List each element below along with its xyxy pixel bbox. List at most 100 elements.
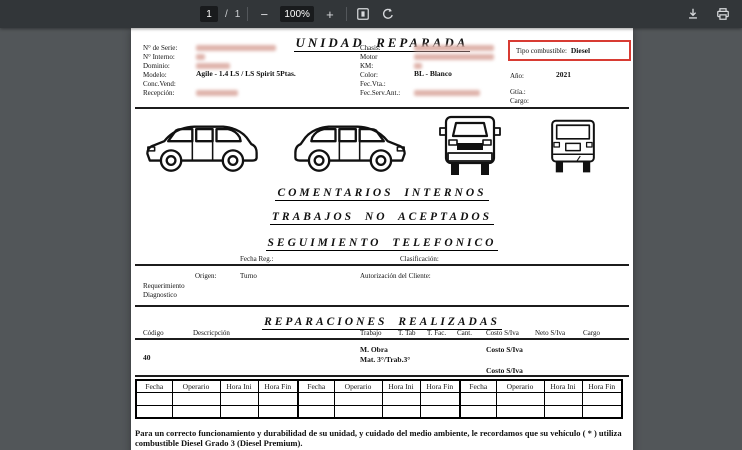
work-log-cell [543,391,583,406]
toolbar-right-group [684,0,732,28]
work-log-cell [135,391,173,406]
work-log-cell [171,391,221,406]
work-log-cell [419,404,461,419]
fecha-reg-label: Fecha Reg.: [240,255,274,263]
field-label-chasis: Chasis: [360,44,381,52]
work-log-header-cell: Operario [333,379,383,393]
repairs-col-neto: Neto S/Iva [535,329,566,337]
field-label-fecvta: Fec.Vta.: [360,80,386,88]
field-label-color: Color: [360,71,378,79]
section-divider [135,107,629,109]
field-label-modelo: Modelo: [143,71,167,79]
work-log-cell [459,391,497,406]
document-page: UNIDAD REPARADA N° de Serie: N° Interno:… [131,28,633,450]
vehicle-rear-diagram [544,117,602,177]
field-value-color: BL - Blanco [414,69,452,78]
work-log-cell [333,404,383,419]
zoom-out-button[interactable]: − [255,5,273,23]
repairs-row-costo-2: Costo S/Iva [486,366,523,375]
work-log-cell [333,391,383,406]
origen-label: Origen: [195,272,217,280]
section-divider [135,338,629,340]
redacted-value-motor [414,54,494,60]
section-divider [135,264,629,266]
work-log-cell [219,404,259,419]
rotate-icon [381,7,395,21]
print-button[interactable] [714,5,732,23]
repairs-row-trabajo-1: M. Obra [360,345,388,354]
work-log-header-cell: Hora Ini [381,379,421,393]
work-log-header-cell: Fecha [297,379,335,393]
work-log-empty-row [135,404,623,419]
repairs-col-cant: Cant. [457,329,472,337]
rejected-jobs-heading-row: TRABAJOS NO ACEPTADOS [131,207,633,225]
autorizacion-label: Autorización del Cliente: [360,272,431,280]
field-label-interno: N° Interno: [143,53,175,61]
work-log-cell [135,404,173,419]
rejected-jobs-heading: TRABAJOS NO ACEPTADOS [269,211,495,225]
pdf-viewer-canvas[interactable]: UNIDAD REPARADA N° de Serie: N° Interno:… [0,28,742,450]
fuel-type-value: Diesel [570,45,591,55]
section-divider [135,375,629,377]
work-log-header-row: Fecha Operario Hora Ini Hora Fin Fecha O… [135,379,623,393]
work-log-header-cell: Hora Fin [419,379,461,393]
phone-followup-heading-row: SEGUIMIENTO TELEFONICO [131,233,633,251]
fit-to-page-icon [356,7,370,21]
redacted-value-chasis [414,45,494,51]
page-number-input[interactable]: 1 [200,6,218,22]
redacted-value-interno [196,54,205,60]
work-log-cell [297,404,335,419]
clasificacion-label: Clasificación: [400,255,439,263]
fit-to-page-button[interactable] [354,5,372,23]
comments-heading-row: COMENTARIOS INTERNOS [131,183,633,201]
footer-note: Para un correcto funcionamiento y durabi… [135,428,622,448]
vehicle-side-right-diagram [289,118,411,176]
work-log-empty-row [135,391,623,406]
repairs-col-trabajo: Trabajo [360,329,382,337]
work-log-header-cell: Hora Fin [257,379,299,393]
field-value-modelo: Agile - 1.4 LS / LS Spirit 5Ptas. [196,69,296,78]
redacted-value-fecservant [414,90,480,96]
diagnostico-label: Diagnostico [143,291,177,299]
work-log-header-cell: Operario [495,379,545,393]
work-log-cell [219,391,259,406]
work-log-header-cell: Operario [171,379,221,393]
fuel-type-label: Tipo combustible: [516,46,567,55]
toolbar-divider [345,7,347,21]
repairs-heading-row: REPARACIONES REALIZADAS [131,312,633,330]
zoom-level-input[interactable]: 100% [280,6,314,22]
field-label-dominio: Dominio: [143,62,170,70]
work-log-header-cell: Hora Ini [543,379,583,393]
field-label-concvend: Conc.Vend: [143,80,176,88]
download-icon [686,7,700,21]
repairs-heading: REPARACIONES REALIZADAS [262,316,502,330]
comments-heading: COMENTARIOS INTERNOS [275,187,489,201]
repairs-col-tfac: T. Fac. [427,329,447,337]
field-label-anio: Año: [510,72,524,80]
fuel-type-highlight-box: Tipo combustible: Diesel [508,40,631,61]
work-log-cell [297,391,335,406]
toolbar-center-group: 1 / 1 − 100% + [200,0,397,28]
vehicle-diagrams [131,114,633,178]
repairs-col-codigo: Código [143,329,164,337]
field-label-km: KM: [360,62,374,70]
redacted-value-recepcion [196,90,238,96]
work-log-cell [257,404,299,419]
work-log-table: Fecha Operario Hora Ini Hora Fin Fecha O… [135,379,623,419]
vehicle-side-left-diagram [143,118,261,176]
work-log-header-cell: Fecha [135,379,173,393]
download-button[interactable] [684,5,702,23]
work-log-cell [581,404,623,419]
work-log-cell [459,404,497,419]
rotate-button[interactable] [379,5,397,23]
zoom-in-button[interactable]: + [321,5,339,23]
print-icon [716,7,730,21]
redacted-value-serie [196,45,276,51]
repairs-col-cargo: Cargo [583,329,600,337]
field-label-motor: Motor [360,53,378,61]
pdf-toolbar: 1 / 1 − 100% + [0,0,742,28]
section-divider [135,305,629,307]
work-log-cell [543,404,583,419]
work-log-cell [381,404,421,419]
work-log-cell [257,391,299,406]
